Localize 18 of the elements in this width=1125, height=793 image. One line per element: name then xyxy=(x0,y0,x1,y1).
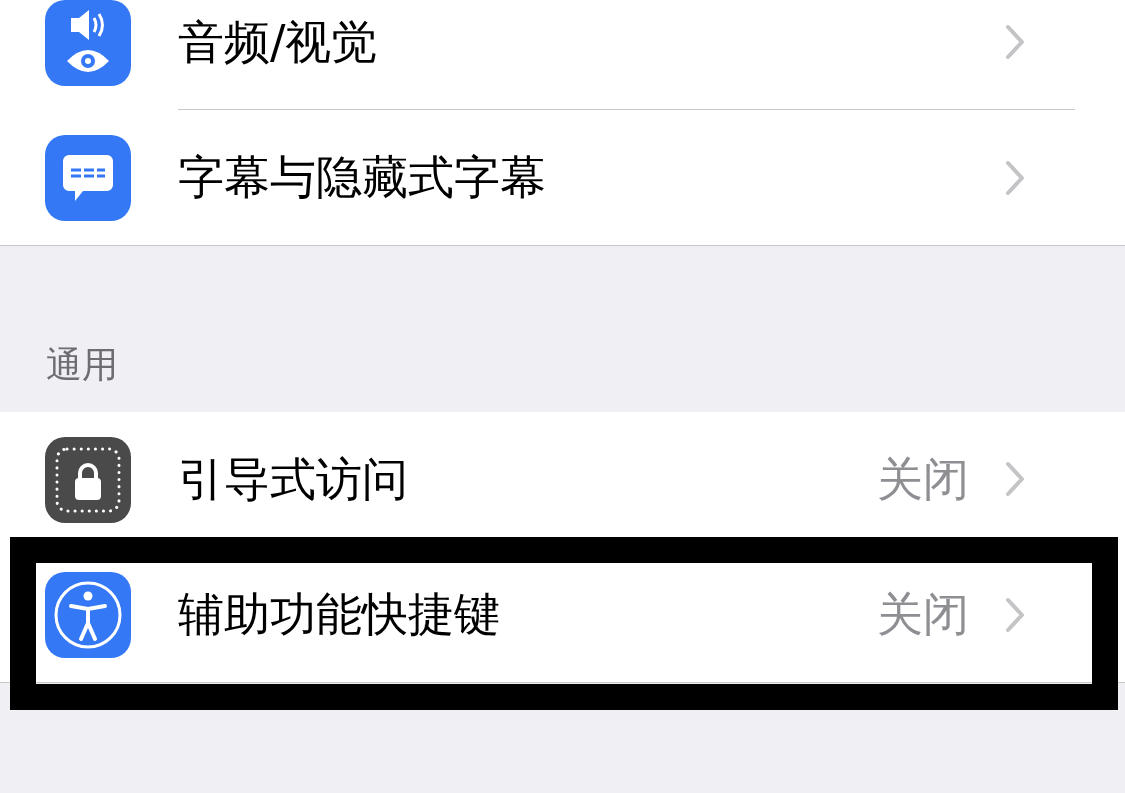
speech-bubble-icon xyxy=(45,134,131,221)
accessibility-icon xyxy=(45,571,131,658)
row-label: 字幕与隐藏式字幕 xyxy=(178,149,547,206)
settings-row[interactable]: 辅助功能快捷键 关闭 xyxy=(0,547,1125,682)
settings-row[interactable]: 引导式访问 关闭 xyxy=(0,412,1125,547)
row-label: 引导式访问 xyxy=(178,450,409,508)
chevron-icon xyxy=(1005,24,1025,60)
chevron-icon xyxy=(1005,596,1025,633)
chevron-icon xyxy=(1005,159,1025,196)
settings-row[interactable]: 字幕与隐藏式字幕 xyxy=(0,110,1125,245)
settings-row[interactable]: 音频/视觉 xyxy=(0,0,1125,110)
chevron-icon xyxy=(1005,461,1025,497)
row-value: 关闭 xyxy=(877,450,969,508)
row-label: 音频/视觉 xyxy=(178,13,379,71)
lock-icon xyxy=(45,436,131,523)
row-label: 辅助功能快捷键 xyxy=(178,586,501,643)
row-value: 关闭 xyxy=(877,586,969,643)
section-header: 通用 xyxy=(46,343,118,387)
